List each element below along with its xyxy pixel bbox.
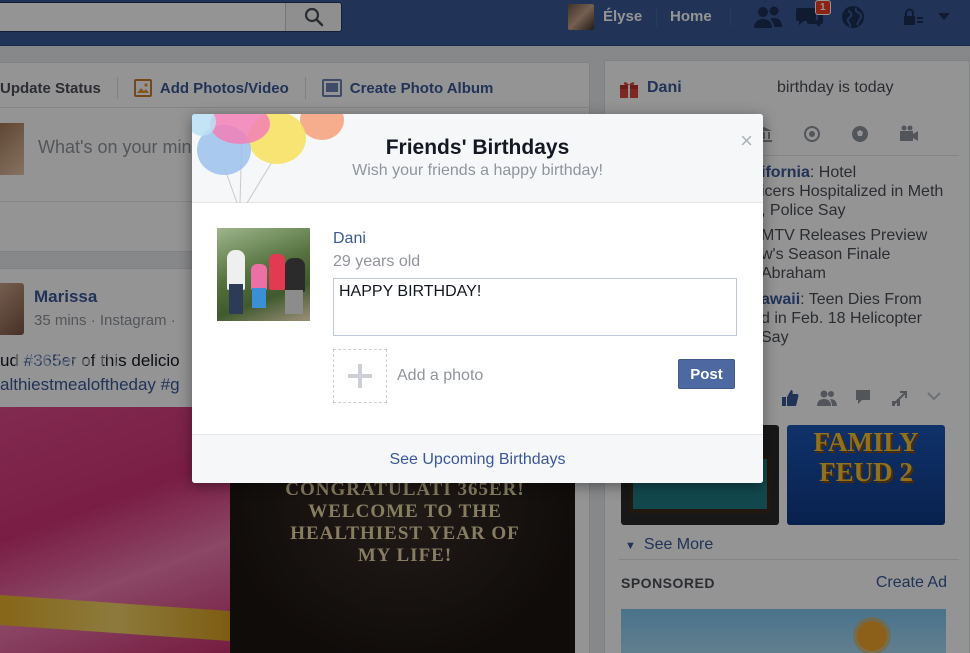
- photo-figure: [269, 254, 285, 290]
- see-upcoming-birthdays-link[interactable]: See Upcoming Birthdays: [192, 451, 763, 469]
- friend-name-link[interactable]: Dani: [333, 230, 366, 248]
- friend-age: 29 years old: [333, 253, 421, 270]
- add-photo-label[interactable]: Add a photo: [397, 367, 483, 385]
- dialog-title: Friends' Birthdays: [385, 136, 570, 159]
- birthday-message-input[interactable]: HAPPY BIRTHDAY!: [333, 278, 737, 336]
- photo-figure: [285, 290, 303, 314]
- photo-figure: [251, 264, 267, 290]
- plus-icon: [348, 364, 372, 388]
- photo-figure: [229, 284, 243, 314]
- dialog-subtitle: Wish your friends a happy birthday!: [352, 162, 603, 179]
- photo-figure: [252, 288, 266, 308]
- dialog-header: Friends' Birthdays Wish your friends a h…: [192, 114, 763, 203]
- friend-photo[interactable]: [217, 228, 310, 321]
- dialog-footer: See Upcoming Birthdays: [192, 434, 763, 483]
- close-icon[interactable]: ×: [740, 128, 753, 154]
- friends-birthdays-dialog: Friends' Birthdays Wish your friends a h…: [192, 114, 763, 483]
- add-photo-button[interactable]: [333, 349, 387, 403]
- photo-figure: [285, 258, 305, 292]
- post-button[interactable]: Post: [678, 359, 735, 389]
